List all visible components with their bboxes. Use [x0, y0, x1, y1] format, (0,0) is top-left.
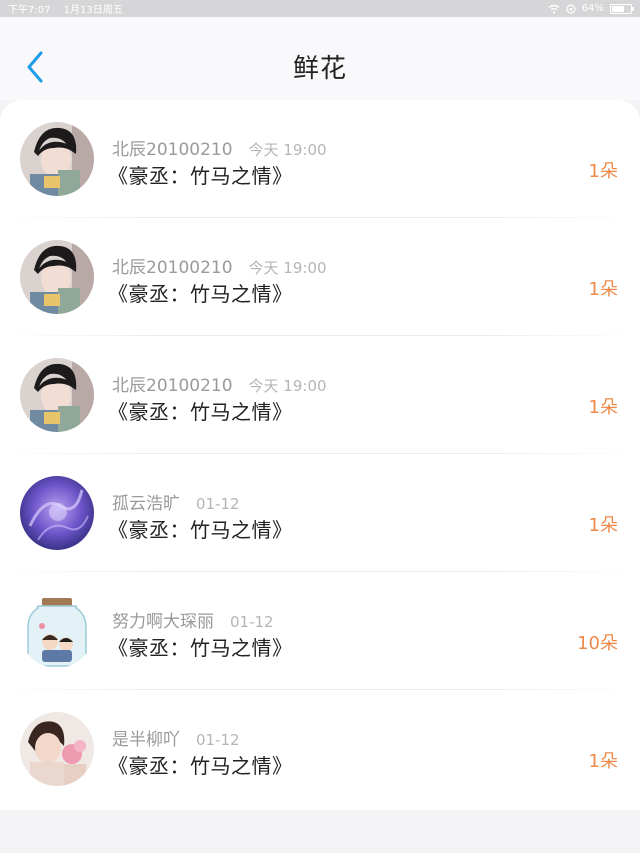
item-meta: 是半柳吖 01-12	[112, 725, 240, 750]
send-time: 01-12	[196, 731, 240, 749]
book-title: 《豪丞：竹马之情》	[108, 754, 293, 778]
avatar[interactable]	[20, 122, 94, 196]
nav-header: 鲜花	[0, 17, 640, 100]
status-bar: 下午7:07 1月13日周五 64%	[0, 0, 640, 17]
list-item[interactable]: 孤云浩旷 01-12 《豪丞：竹马之情》 1朵	[0, 454, 640, 572]
book-title: 《豪丞：竹马之情》	[108, 164, 293, 188]
page-title: 鲜花	[292, 54, 347, 84]
item-meta: 孤云浩旷 01-12	[112, 489, 240, 514]
battery-icon	[610, 3, 634, 14]
list-item[interactable]: 努力啊大琛丽 01-12 《豪丞：竹马之情》 10朵	[0, 572, 640, 690]
flower-count: 1朵	[588, 279, 618, 300]
flower-count: 10朵	[577, 633, 618, 654]
item-meta: 努力啊大琛丽 01-12	[112, 607, 274, 632]
flower-count: 1朵	[588, 161, 618, 182]
flower-list: 北辰20100210 今天 19:00 《豪丞：竹马之情》 1朵 北辰201002…	[0, 100, 640, 810]
flower-count: 1朵	[588, 515, 618, 536]
list-item[interactable]: 北辰20100210 今天 19:00 《豪丞：竹马之情》 1朵	[0, 100, 640, 218]
send-time: 01-12	[196, 495, 240, 513]
avatar[interactable]	[20, 476, 94, 550]
avatar[interactable]	[20, 358, 94, 432]
status-time: 下午7:07	[8, 5, 51, 16]
send-time: 今天 19:00	[248, 141, 327, 159]
list-item[interactable]: 是半柳吖 01-12 《豪丞：竹马之情》 1朵	[0, 690, 640, 808]
item-meta: 北辰20100210 今天 19:00	[112, 253, 327, 278]
book-title: 《豪丞：竹马之情》	[108, 282, 293, 306]
list-item[interactable]: 北辰20100210 今天 19:00 《豪丞：竹马之情》 1朵	[0, 336, 640, 454]
sender-name: 北辰20100210	[112, 376, 233, 396]
send-time: 01-12	[230, 613, 274, 631]
sender-name: 是半柳吖	[112, 730, 180, 750]
sender-name: 努力啊大琛丽	[112, 612, 214, 632]
send-time: 今天 19:00	[248, 377, 327, 395]
status-date: 1月13日周五	[63, 5, 123, 16]
wifi-icon	[548, 4, 560, 13]
flower-count: 1朵	[588, 397, 618, 418]
item-meta: 北辰20100210 今天 19:00	[112, 371, 327, 396]
sender-name: 北辰20100210	[112, 258, 233, 278]
avatar[interactable]	[20, 594, 94, 668]
book-title: 《豪丞：竹马之情》	[108, 518, 293, 542]
avatar[interactable]	[20, 240, 94, 314]
send-time: 今天 19:00	[248, 259, 327, 277]
list-item[interactable]: 北辰20100210 今天 19:00 《豪丞：竹马之情》 1朵	[0, 218, 640, 336]
flower-count: 1朵	[588, 751, 618, 772]
lock-rotation-icon	[566, 3, 576, 14]
book-title: 《豪丞：竹马之情》	[108, 400, 293, 424]
battery-percent: 64%	[581, 3, 604, 14]
avatar[interactable]	[20, 712, 94, 786]
sender-name: 北辰20100210	[112, 140, 233, 160]
sender-name: 孤云浩旷	[112, 494, 180, 514]
item-meta: 北辰20100210 今天 19:00	[112, 135, 327, 160]
book-title: 《豪丞：竹马之情》	[108, 636, 293, 660]
